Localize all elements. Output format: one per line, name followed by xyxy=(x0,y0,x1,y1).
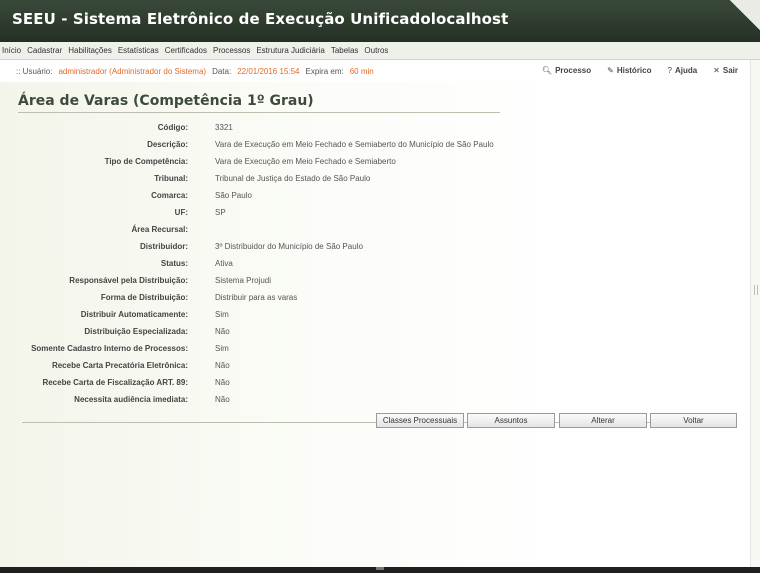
date-label: Data: xyxy=(212,66,232,76)
field-row-descricao: Descrição: Vara de Execução em Meio Fecha… xyxy=(0,137,740,154)
field-value: Não xyxy=(215,361,230,370)
field-label: Tribunal: xyxy=(154,174,188,183)
field-row-distribuicao-especializada: Distribuição Especializada: Não xyxy=(0,324,740,341)
field-row-comarca: Comarca: São Paulo xyxy=(0,188,740,205)
session-date: 22/01/2016 15:54 xyxy=(237,66,300,76)
processo-link-label: Processo xyxy=(555,66,592,75)
main-menu: Início Cadastrar Habilitações Estatístic… xyxy=(0,42,760,60)
field-label: Distribuir Automaticamente: xyxy=(80,310,188,319)
processo-link[interactable]: 🔍︎ Processo xyxy=(542,66,591,75)
page-title: Área de Varas (Competência 1º Grau) xyxy=(18,93,314,109)
field-value: Sim xyxy=(215,310,229,319)
ajuda-link[interactable]: ? Ajuda xyxy=(667,66,697,75)
bottom-edge-bar xyxy=(0,567,760,573)
field-row-status: Status: Ativa xyxy=(0,256,740,273)
field-label: Forma de Distribuição: xyxy=(100,293,188,302)
resize-grip-icon[interactable] xyxy=(754,285,758,295)
field-row-tipo-competencia: Tipo de Competência: Vara de Execução em … xyxy=(0,154,740,171)
menu-item-outros[interactable]: Outros xyxy=(364,46,388,55)
field-value: Não xyxy=(215,327,230,336)
field-row-carta-fiscalizacao: Recebe Carta de Fiscalização ART. 89: Não xyxy=(0,375,740,392)
header-corner-decoration xyxy=(726,0,760,42)
field-label: Necessita audiência imediata: xyxy=(74,395,188,404)
historico-link-label: Histórico xyxy=(616,66,652,75)
field-row-audiencia-imediata: Necessita audiência imediata: Não xyxy=(0,392,740,409)
field-label: Comarca: xyxy=(151,191,188,200)
field-label: Descrição: xyxy=(147,140,188,149)
menu-item-processos[interactable]: Processos xyxy=(213,46,250,55)
field-label: Recebe Carta Precatória Eletrônica: xyxy=(51,361,188,370)
field-value: Vara de Execução em Meio Fechado e Semia… xyxy=(215,157,396,166)
field-label: Código: xyxy=(157,123,188,132)
field-value: SP xyxy=(215,208,226,217)
field-row-area-recursal: Área Recursal: xyxy=(0,222,740,239)
search-icon: 🔍︎ xyxy=(541,66,553,75)
sair-link-label: Sair xyxy=(722,66,738,75)
bottom-nub xyxy=(376,567,384,570)
menu-item-tabelas[interactable]: Tabelas xyxy=(331,46,359,55)
field-label: Tipo de Competência: xyxy=(104,157,188,166)
field-value: Sim xyxy=(215,344,229,353)
app-header: SEEU - Sistema Eletrônico de Execução Un… xyxy=(0,0,760,42)
app-title: SEEU - Sistema Eletrônico de Execução Un… xyxy=(12,10,509,28)
field-row-responsavel: Responsável pela Distribuição: Sistema Pr… xyxy=(0,273,740,290)
field-value: São Paulo xyxy=(215,191,252,200)
historico-link[interactable]: ✎ Histórico xyxy=(607,66,651,75)
field-label: Área Recursal: xyxy=(131,225,188,234)
field-value: Sistema Projudi xyxy=(215,276,272,285)
field-row-somente-cadastro-interno: Somente Cadastro Interno de Processos: Si… xyxy=(0,341,740,358)
field-value: 3º Distribuidor do Município de São Paul… xyxy=(215,242,363,251)
field-row-codigo: Código: 3321 xyxy=(0,120,740,137)
menu-item-certificados[interactable]: Certificados xyxy=(165,46,207,55)
field-value: Não xyxy=(215,395,230,404)
field-row-distribuidor: Distribuidor: 3º Distribuidor do Municípi… xyxy=(0,239,740,256)
menu-item-estrutura-judiciaria[interactable]: Estrutura Judiciária xyxy=(256,46,324,55)
details-form: Código: 3321 Descrição: Vara de Execução e… xyxy=(0,120,740,409)
sair-link[interactable]: ✕ Sair xyxy=(713,66,738,75)
help-icon: ? xyxy=(667,66,672,75)
field-row-carta-precatoria: Recebe Carta Precatória Eletrônica: Não xyxy=(0,358,740,375)
pencil-icon: ✎ xyxy=(607,66,614,75)
field-value: 3321 xyxy=(215,123,233,132)
field-label: Distribuidor: xyxy=(140,242,188,251)
field-label: Recebe Carta de Fiscalização ART. 89: xyxy=(42,378,188,387)
ajuda-link-label: Ajuda xyxy=(674,66,698,75)
field-row-forma-distribuicao: Forma de Distribuição: Distribuir para as… xyxy=(0,290,740,307)
field-label: Distribuição Especializada: xyxy=(84,327,188,336)
classes-processuais-button[interactable]: Classes Processuais xyxy=(376,413,464,428)
field-value: Ativa xyxy=(215,259,233,268)
user-name: administrador (Administrador do Sistema) xyxy=(58,66,207,76)
field-label: Somente Cadastro Interno de Processos: xyxy=(31,344,188,353)
field-row-distribuir-automaticamente: Distribuir Automaticamente: Sim xyxy=(0,307,740,324)
menu-item-habilitacoes[interactable]: Habilitações xyxy=(68,46,112,55)
field-value: Não xyxy=(215,378,230,387)
alterar-button[interactable]: Alterar xyxy=(559,413,647,428)
menu-item-cadastrar[interactable]: Cadastrar xyxy=(27,46,62,55)
menu-item-inicio[interactable]: Início xyxy=(2,46,21,55)
field-row-uf: UF: SP xyxy=(0,205,740,222)
field-value: Distribuir para as varas xyxy=(215,293,298,302)
title-divider xyxy=(18,112,500,113)
right-scroll-strip[interactable] xyxy=(750,60,760,567)
assuntos-button[interactable]: Assuntos xyxy=(467,413,555,428)
field-label: UF: xyxy=(174,208,188,217)
user-actions: 🔍︎ Processo ✎ Histórico ? Ajuda ✕ Sair xyxy=(526,66,738,75)
user-info-bar: :: Usuário: administrador (Administrador… xyxy=(0,60,750,82)
menu-item-estatisticas[interactable]: Estatísticas xyxy=(118,46,159,55)
field-label: Responsável pela Distribuição: xyxy=(69,276,188,285)
close-icon: ✕ xyxy=(713,66,720,75)
expires-label: Expira em: xyxy=(305,66,344,76)
field-value: Vara de Execução em Meio Fechado e Semia… xyxy=(215,140,494,149)
field-row-tribunal: Tribunal: Tribunal de Justiça do Estado d… xyxy=(0,171,740,188)
session-expires: 60 min xyxy=(349,66,374,76)
user-prefix-label: :: Usuário: xyxy=(16,66,53,76)
voltar-button[interactable]: Voltar xyxy=(650,413,737,428)
field-label: Status: xyxy=(160,259,188,268)
field-value: Tribunal de Justiça do Estado de São Pau… xyxy=(215,174,371,183)
